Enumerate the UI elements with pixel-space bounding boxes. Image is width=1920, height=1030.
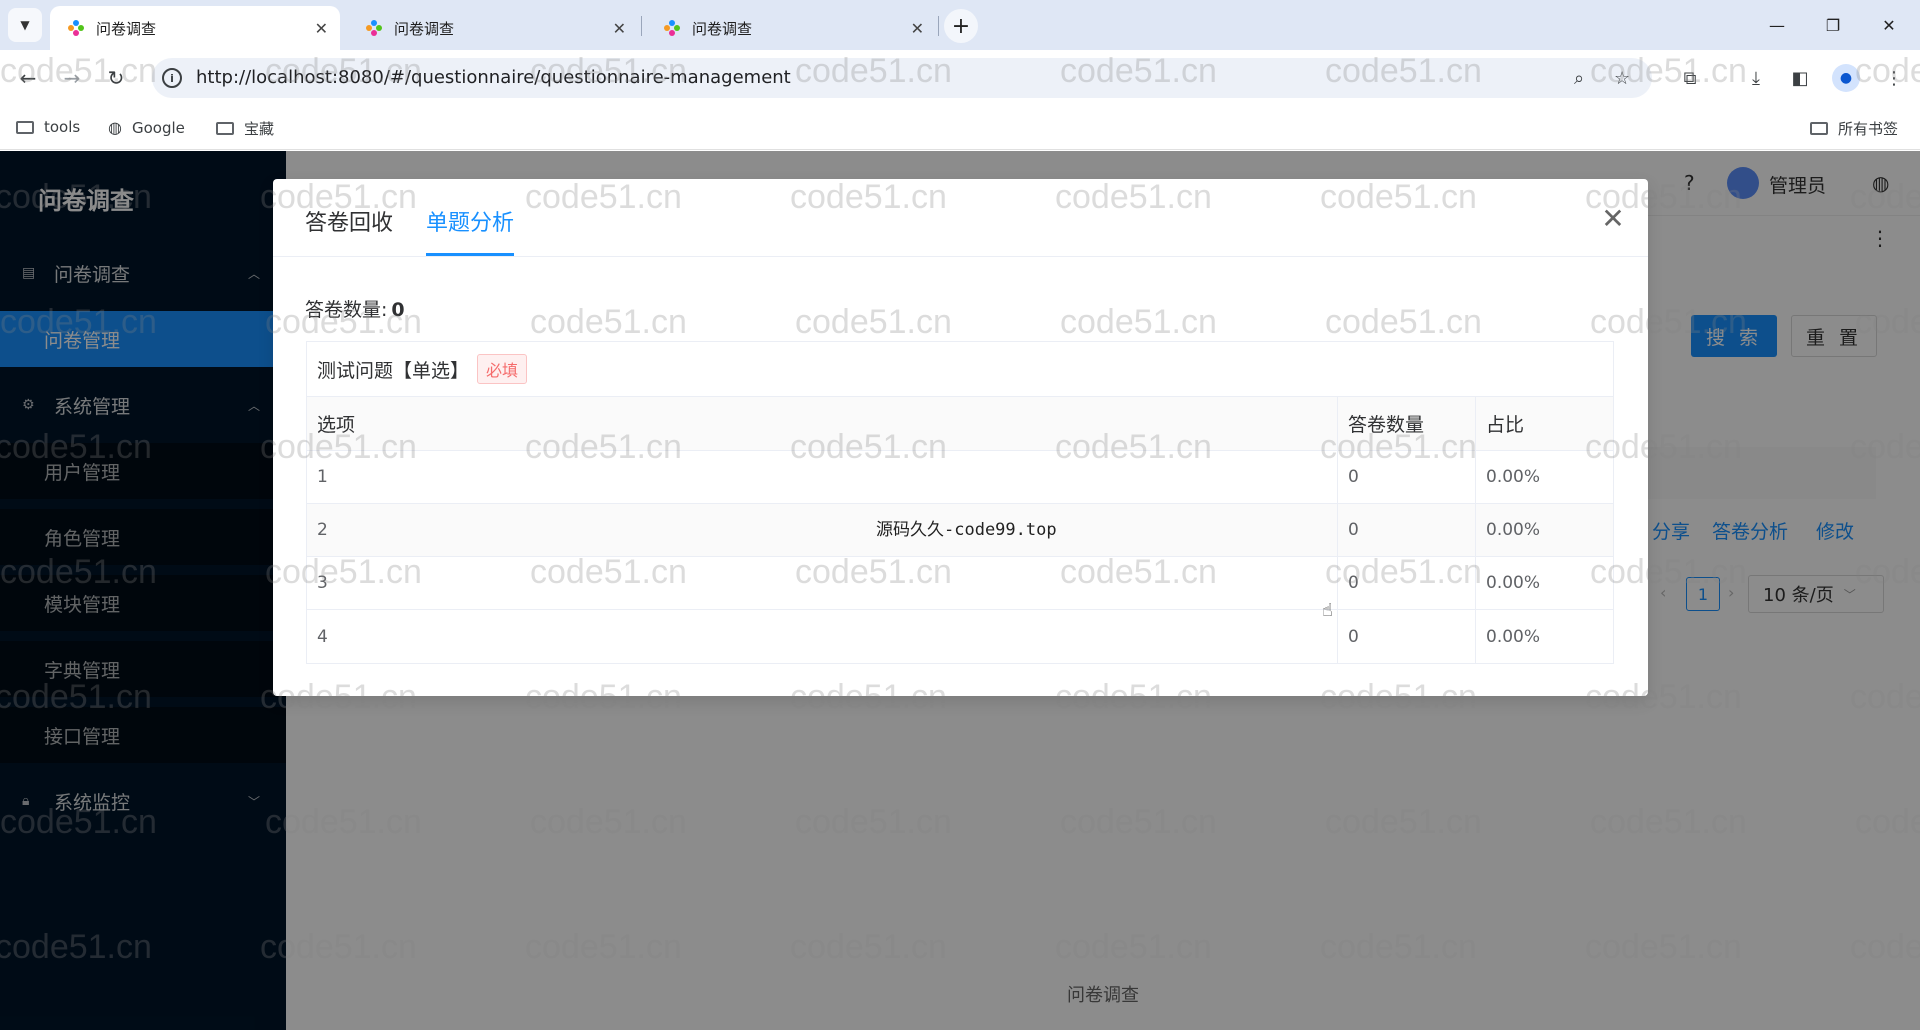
extensions-icon[interactable]: ⧉ (1676, 64, 1704, 92)
close-window-button[interactable]: ✕ (1864, 8, 1914, 42)
browser-toolbar: ← → ↻ i http://localhost:8080/#/question… (0, 50, 1920, 106)
count-cell: 0 (1337, 557, 1475, 609)
count-cell: 0 (1337, 451, 1475, 503)
table-header-row: 选项 答卷数量 占比 (307, 397, 1613, 451)
ratio-cell: 0.00% (1475, 610, 1613, 663)
table-row: 4 0 0.00% (307, 610, 1613, 663)
option-cell: 2 (317, 520, 328, 540)
bookmarks-bar: tools ◍ Google 宝藏 所有书签 (0, 106, 1920, 150)
bookmark-google[interactable]: ◍ Google (108, 118, 185, 137)
browser-tab-1[interactable]: 问卷调查 ✕ (50, 6, 340, 50)
browser-tab-title: 问卷调查 (692, 19, 753, 38)
minimize-icon: — (1769, 15, 1785, 35)
download-icon[interactable]: ⤓ (1742, 64, 1770, 92)
question-title: 测试问题【单选】 (317, 359, 470, 382)
address-url[interactable]: http://localhost:8080/#/questionnaire/qu… (196, 67, 791, 88)
plus-icon: + (951, 13, 971, 39)
bookmark-star-icon[interactable]: ☆ (1614, 68, 1630, 89)
bookmark-label: 宝藏 (244, 120, 275, 138)
bookmark-treasure[interactable]: 宝藏 (216, 118, 274, 139)
browser-tab-title: 问卷调查 (394, 19, 455, 38)
bookmark-tools[interactable]: tools (16, 118, 80, 136)
tab-answer-collection[interactable]: 答卷回收 (305, 205, 393, 237)
ratio-cell: 0.00% (1475, 451, 1613, 503)
column-header-count: 答卷数量 (1337, 397, 1475, 450)
question-block: 测试问题【单选】 必填 选项 答卷数量 占比 1 0 0.00% 2 0 0.0… (306, 341, 1614, 664)
site-favicon-icon (68, 20, 84, 36)
analysis-modal: 答卷回收 单题分析 ✕ 答卷数量: 0 测试问题【单选】 必填 选项 答卷数量 占… (273, 179, 1648, 696)
chevron-down-icon: ▼ (20, 18, 30, 32)
reload-button[interactable]: ↻ (102, 64, 130, 92)
ratio-cell: 0.00% (1475, 504, 1613, 556)
browser-tab-title: 问卷调查 (96, 19, 157, 38)
arrow-right-icon: → (63, 66, 81, 90)
all-bookmarks-label: 所有书签 (1838, 120, 1899, 138)
tab-separator (938, 16, 939, 36)
site-info-icon[interactable]: i (162, 68, 182, 88)
more-menu-icon[interactable]: ⋮ (1880, 64, 1908, 92)
arrow-left-icon: ← (19, 66, 37, 90)
modal-close-button[interactable]: ✕ (1596, 201, 1630, 235)
bookmark-label: tools (44, 118, 81, 136)
option-cell: 4 (317, 626, 328, 647)
table-row: 3 0 0.00% (307, 557, 1613, 610)
count-cell: 0 (1337, 610, 1475, 663)
mouse-cursor-icon: ☝ (1322, 600, 1333, 621)
active-tab-indicator (426, 253, 514, 256)
ratio-cell: 0.00% (1475, 557, 1613, 609)
folder-icon (16, 120, 34, 134)
site-favicon-icon (664, 20, 680, 36)
reload-icon: ↻ (107, 66, 125, 90)
globe-icon: ◍ (108, 118, 122, 137)
site-favicon-icon (366, 20, 382, 36)
folder-icon (1810, 122, 1828, 135)
side-panel-icon[interactable]: ◧ (1786, 64, 1814, 92)
close-tab-icon[interactable]: ✕ (613, 19, 626, 38)
tab-search-button[interactable]: ▼ (8, 8, 42, 42)
browser-tab-2[interactable]: 问卷调查 ✕ (348, 6, 638, 50)
answer-count-label: 答卷数量: (305, 299, 388, 321)
column-header-option: 选项 (317, 414, 356, 436)
question-title-row: 测试问题【单选】 必填 (307, 342, 1613, 397)
close-icon: ✕ (1601, 201, 1625, 235)
close-icon: ✕ (1882, 15, 1896, 35)
folder-icon (216, 122, 234, 135)
close-tab-icon[interactable]: ✕ (911, 19, 924, 38)
tab-single-question-analysis[interactable]: 单题分析 (426, 205, 514, 237)
table-row: 1 0 0.00% (307, 451, 1613, 504)
zoom-icon[interactable]: ⌕ (1574, 68, 1584, 89)
answer-count-value: 0 (391, 299, 405, 321)
required-tag: 必填 (477, 354, 528, 384)
modal-tabs: 答卷回收 单题分析 (273, 179, 1648, 257)
answer-count: 答卷数量: 0 (305, 295, 405, 322)
back-button[interactable]: ← (14, 64, 42, 92)
browser-tab-3[interactable]: 问卷调查 ✕ (646, 6, 936, 50)
restore-icon: ❐ (1825, 15, 1841, 35)
bookmark-label: Google (131, 118, 185, 137)
browser-tab-bar: ▼ 问卷调查 ✕ 问卷调查 ✕ 问卷调查 ✕ + — ❐ ✕ (0, 0, 1920, 50)
count-cell: 0 (1337, 504, 1475, 556)
option-cell: 3 (317, 573, 328, 593)
overlay-text: 源码久久-code99.top (876, 520, 1057, 540)
forward-button[interactable]: → (58, 64, 86, 92)
option-cell: 1 (317, 467, 328, 487)
all-bookmarks[interactable]: 所有书签 (1810, 118, 1898, 139)
new-tab-button[interactable]: + (944, 9, 978, 43)
tab-separator (641, 16, 642, 36)
close-tab-icon[interactable]: ✕ (315, 19, 328, 38)
column-header-ratio: 占比 (1475, 397, 1613, 450)
minimize-button[interactable]: — (1752, 8, 1802, 42)
address-bar[interactable]: i http://localhost:8080/#/questionnaire/… (152, 58, 1652, 98)
restore-button[interactable]: ❐ (1808, 8, 1858, 42)
profile-avatar-icon[interactable]: ● (1832, 64, 1860, 92)
